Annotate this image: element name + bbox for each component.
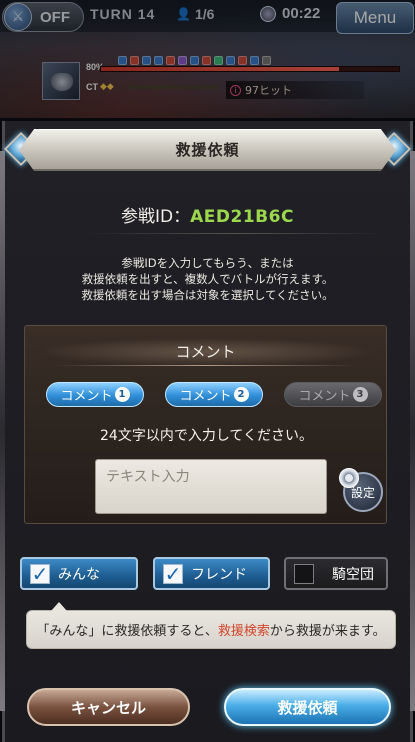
comment-preset-label: コメント	[298, 389, 351, 404]
battle-id-label: 参戦ID：	[121, 207, 191, 227]
boss-portrait[interactable]	[42, 62, 80, 100]
debuff-icon	[142, 56, 151, 65]
person-icon: 👤	[176, 7, 191, 21]
comment-panel: コメント コメント 1 コメント 2 コメント 3 24文字以内で入力してください。 …	[24, 325, 387, 524]
dialog-title-bar: 救援依頼	[19, 129, 396, 171]
debuff-icon	[238, 56, 247, 65]
battle-id: 参戦ID：AED21B6C	[5, 202, 410, 227]
hit-counter-label: 97ヒット	[245, 84, 292, 97]
info-icon: i	[230, 84, 241, 96]
comment-panel-title: コメント	[35, 338, 376, 366]
target-label: フレンド	[191, 566, 247, 583]
player-count-value: 1/6	[194, 6, 215, 22]
target-everyone-checkbox[interactable]: ✓ みんな	[20, 557, 138, 590]
gear-icon	[339, 468, 359, 488]
boss-hp-bar	[100, 66, 400, 72]
target-label: 騎空団	[332, 566, 374, 583]
cancel-button[interactable]: キャンセル	[27, 688, 190, 726]
ct-bar	[128, 85, 218, 89]
description-line: 救援依頼を出すと、複数人でバトルが行えます。	[81, 272, 334, 286]
comment-preset-2-button[interactable]: コメント 2	[165, 382, 263, 407]
boss-hp-percent-value: 80	[86, 62, 97, 72]
debuff-icons	[118, 56, 271, 65]
debuff-icon	[118, 56, 127, 65]
turn-counter: TURN 14	[90, 6, 156, 22]
hit-counter: i 97ヒット	[226, 81, 364, 99]
debuff-icon	[226, 56, 235, 65]
comment-preset-1-button[interactable]: コメント 1	[46, 382, 144, 407]
comment-text-input[interactable]	[95, 459, 327, 514]
player-count: 👤 1/6	[176, 6, 214, 22]
tooltip-text: 「みんな」に救援依頼すると、	[36, 624, 218, 639]
debuff-icon	[154, 56, 163, 65]
description-line: 参戦IDを入力してもらう、または	[121, 256, 294, 270]
battle-hud: ⚔ OFF TURN 14 👤 1/6 00:22 Menu 80% CT ◆◆…	[0, 0, 415, 118]
number-2-icon: 2	[233, 387, 249, 402]
auto-battle-toggle[interactable]: ⚔ OFF	[2, 2, 84, 32]
debuff-icon	[214, 56, 223, 65]
comment-preset-label: コメント	[60, 389, 113, 404]
debuff-icon	[178, 56, 187, 65]
sword-icon: ⚔	[4, 3, 32, 31]
target-label: みんな	[58, 566, 100, 583]
comment-preset-3-button[interactable]: コメント 3	[284, 382, 382, 407]
checkmark-icon: ✓	[163, 561, 183, 586]
target-friends-checkbox[interactable]: ✓ フレンド	[153, 557, 270, 590]
send-rescue-request-button[interactable]: 救援依頼	[224, 688, 391, 726]
rescue-request-dialog: 救援依頼 参戦ID：AED21B6C 参戦IDを入力してもらう、または 救援依頼…	[0, 121, 415, 742]
comment-limit-hint: 24文字以内で入力してください。	[100, 428, 313, 444]
boss-hp-fill	[101, 67, 340, 71]
menu-button[interactable]: Menu	[336, 2, 414, 34]
debuff-icon	[250, 56, 259, 65]
clock-icon	[260, 5, 276, 22]
comment-settings-button[interactable]: 設定	[339, 468, 383, 512]
debuff-icon	[262, 56, 271, 65]
comment-preset-label: コメント	[179, 389, 232, 404]
dialog-title: 救援依頼	[175, 141, 240, 159]
debuff-icon	[166, 56, 175, 65]
target-crew-checkbox[interactable]: 騎空団	[284, 557, 388, 590]
checkmark-icon: ✓	[30, 561, 50, 586]
battle-timer: 00:22	[260, 5, 320, 22]
target-tooltip: 「みんな」に救援依頼すると、 救援検索 から救援が来ます。	[26, 602, 396, 649]
tooltip-text: から救援が来ます。	[269, 624, 386, 639]
ct-gem-icons: ◆◆	[100, 82, 114, 92]
debuff-icon	[190, 56, 199, 65]
battle-id-code[interactable]: AED21B6C	[190, 207, 294, 227]
dialog-description: 参戦IDを入力してもらう、または 救援依頼を出すと、複数人でバトルが行えます。 …	[5, 255, 410, 303]
debuff-icon	[202, 56, 211, 65]
tooltip-highlight: 救援検索	[217, 624, 270, 639]
ct-label: CT	[86, 82, 98, 92]
number-3-icon: 3	[352, 387, 368, 402]
number-1-icon: 1	[114, 387, 130, 402]
empty-checkbox-icon	[294, 563, 314, 584]
auto-toggle-label: OFF	[40, 8, 70, 26]
timer-value: 00:22	[282, 5, 321, 22]
debuff-icon	[130, 56, 139, 65]
description-line: 救援依頼を出す場合は対象を選択してください。	[81, 288, 334, 302]
divider	[85, 233, 385, 234]
